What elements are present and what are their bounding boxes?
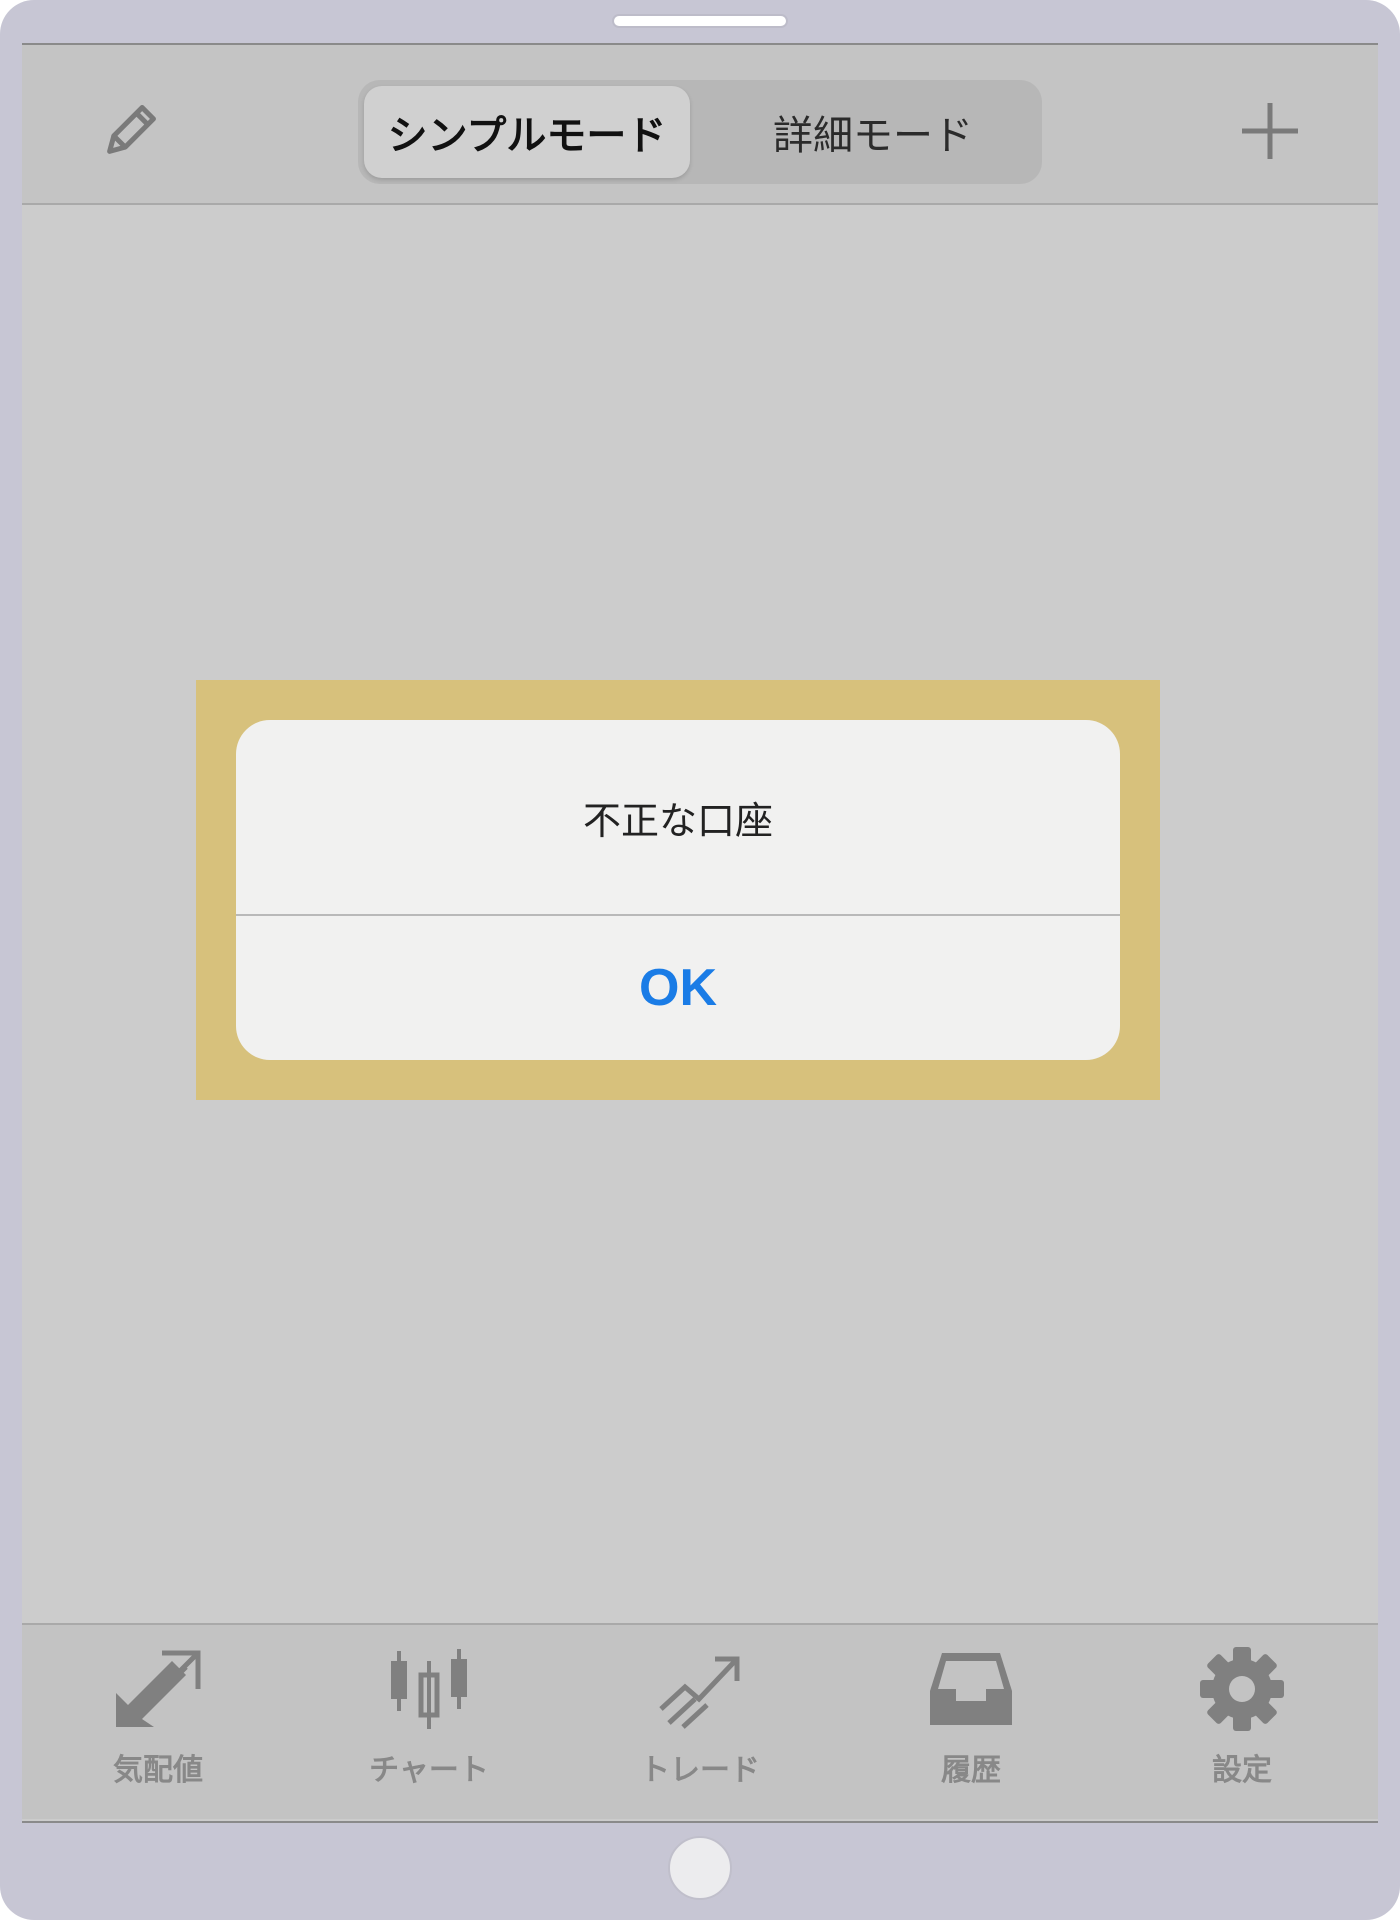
ok-button[interactable]: OK bbox=[236, 916, 1120, 1060]
navigation-bar: シンプルモード 詳細モード bbox=[22, 45, 1378, 205]
inbox-tray-icon bbox=[930, 1653, 1012, 1725]
tab-label-quotes: 気配値 bbox=[113, 1753, 203, 1788]
segment-detail-mode[interactable]: 詳細モード bbox=[710, 86, 1036, 178]
home-button[interactable] bbox=[668, 1836, 732, 1900]
tab-trade[interactable]: トレード bbox=[564, 1625, 836, 1821]
tab-label-history: 履歴 bbox=[941, 1753, 1001, 1788]
gear-icon bbox=[1200, 1647, 1284, 1731]
tab-history[interactable]: 履歴 bbox=[835, 1625, 1107, 1821]
tab-quotes[interactable]: 気配値 bbox=[22, 1625, 294, 1821]
candlestick-icon bbox=[391, 1649, 467, 1729]
device-speaker bbox=[612, 14, 788, 28]
tab-settings[interactable]: 設定 bbox=[1106, 1625, 1378, 1821]
add-button[interactable] bbox=[1232, 93, 1308, 169]
edit-button[interactable] bbox=[92, 97, 164, 169]
alert-dialog: 不正な口座 OK bbox=[236, 720, 1120, 1060]
tablet-device-frame: シンプルモード 詳細モード 気配値 チャート トレード 履歴 設定 不正な口座 … bbox=[0, 0, 1400, 1920]
tab-bar: 気配値 チャート トレード 履歴 設定 bbox=[22, 1623, 1378, 1819]
tab-label-chart: チャート bbox=[369, 1753, 489, 1788]
tab-chart[interactable]: チャート bbox=[293, 1625, 565, 1821]
quotes-arrows-icon bbox=[116, 1650, 201, 1727]
tab-label-settings: 設定 bbox=[1212, 1753, 1272, 1788]
trade-trend-icon bbox=[659, 1656, 740, 1729]
segment-simple-mode[interactable]: シンプルモード bbox=[364, 86, 690, 178]
mode-segmented-control: シンプルモード 詳細モード bbox=[358, 80, 1042, 184]
tab-label-trade: トレード bbox=[640, 1753, 760, 1788]
pencil-icon bbox=[107, 105, 156, 154]
alert-message: 不正な口座 bbox=[582, 798, 773, 843]
plus-icon bbox=[1242, 103, 1298, 159]
